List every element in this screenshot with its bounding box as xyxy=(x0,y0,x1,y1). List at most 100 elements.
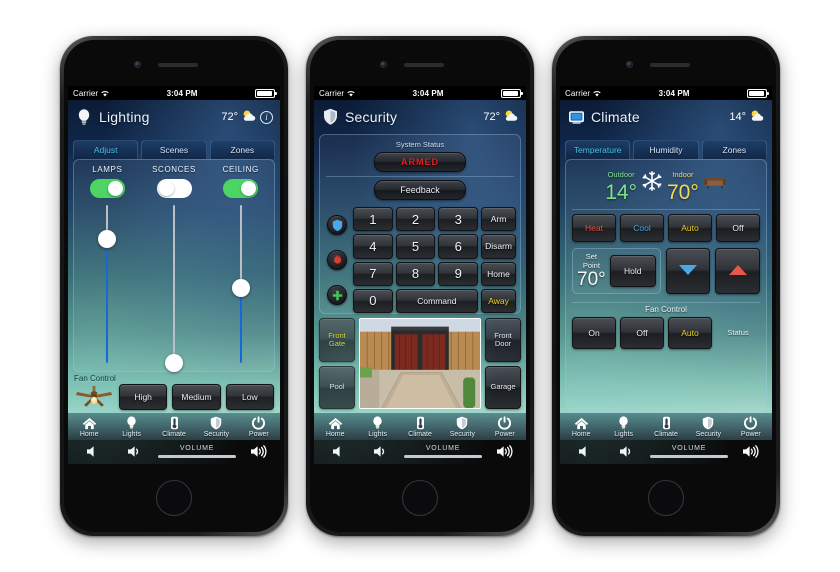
volume-down-button[interactable] xyxy=(608,445,646,458)
nav-item-climate[interactable]: Climate xyxy=(399,416,441,438)
setpoint-up-button[interactable] xyxy=(715,248,761,294)
ceiling-fan-icon xyxy=(74,385,114,409)
camera-pool-button[interactable]: Pool xyxy=(319,365,355,409)
tab-temperature[interactable]: Temperature xyxy=(565,140,631,159)
nav-item-security[interactable]: Security xyxy=(687,416,729,438)
key-6[interactable]: 6 xyxy=(438,234,479,259)
fan-control-label: Fan Control xyxy=(74,374,116,383)
toggle-sconces[interactable] xyxy=(156,179,192,198)
feedback-button[interactable]: Feedback xyxy=(374,180,466,200)
key-9[interactable]: 9 xyxy=(438,261,479,286)
medical-plus-icon[interactable] xyxy=(327,285,347,306)
volume-up-button[interactable] xyxy=(732,445,770,458)
mode-auto-button[interactable]: Auto xyxy=(668,214,712,242)
nav-item-climate[interactable]: Climate xyxy=(153,416,195,438)
nav-item-power[interactable]: Power xyxy=(238,416,280,438)
key-7[interactable]: 7 xyxy=(353,261,393,286)
fan-low-button[interactable]: Low xyxy=(225,384,274,410)
status-badge-armed[interactable]: ARMED xyxy=(374,152,466,172)
climate-panel: Outdoor 14° Indoor 70° Heat Cool Auto Of… xyxy=(565,159,767,413)
camera-front-gate-button[interactable]: Front Gate xyxy=(319,318,355,362)
key-4[interactable]: 4 xyxy=(353,234,393,259)
camera-feed-front-gate[interactable] xyxy=(359,318,481,409)
disarm-button[interactable]: Disarm xyxy=(481,234,516,259)
tab-scenes[interactable]: Scenes xyxy=(141,140,207,159)
fan-on-button[interactable]: On xyxy=(572,317,616,349)
volume-mute-button[interactable] xyxy=(74,445,112,458)
front-camera-icon xyxy=(134,61,141,68)
mode-off-button[interactable]: Off xyxy=(716,214,760,242)
command-button[interactable]: Command xyxy=(395,288,479,313)
power-icon xyxy=(252,416,266,430)
tab-zones[interactable]: Zones xyxy=(209,140,275,159)
front-camera-icon xyxy=(626,61,633,68)
toggle-ceiling[interactable] xyxy=(223,179,259,198)
home-mode-button[interactable]: Home xyxy=(481,261,516,286)
earpiece-speaker xyxy=(158,63,198,67)
home-button[interactable] xyxy=(402,480,438,516)
key-5[interactable]: 5 xyxy=(395,234,436,259)
fire-flame-icon[interactable] xyxy=(327,249,347,270)
volume-slider[interactable] xyxy=(404,455,482,458)
camera-front-door-button[interactable]: Front Door xyxy=(485,318,521,362)
key-0[interactable]: 0 xyxy=(353,288,393,313)
slider-sconces[interactable] xyxy=(164,205,184,372)
setpoint-row: Set Point 70° Hold xyxy=(566,246,766,298)
key-1[interactable]: 1 xyxy=(353,207,393,232)
volume-mute-button[interactable] xyxy=(566,445,604,458)
volume-down-button[interactable] xyxy=(116,445,154,458)
nav-item-lights[interactable]: Lights xyxy=(602,416,644,438)
volume-down-button[interactable] xyxy=(362,445,400,458)
screen-security: Carrier 3:04 PM Security 72° System Stat… xyxy=(314,86,526,464)
nav-item-power[interactable]: Power xyxy=(730,416,772,438)
volume-slider[interactable] xyxy=(158,455,236,458)
tab-adjust[interactable]: Adjust xyxy=(73,140,139,159)
police-shield-icon[interactable] xyxy=(327,214,347,235)
indoor-reading: Indoor 70° xyxy=(667,164,699,203)
tab-zones[interactable]: Zones xyxy=(701,140,767,159)
fan-high-button[interactable]: High xyxy=(119,384,168,410)
nav-item-home[interactable]: Home xyxy=(560,416,602,438)
volume-mute-button[interactable] xyxy=(320,445,358,458)
nav-item-home[interactable]: Home xyxy=(68,416,110,438)
home-button[interactable] xyxy=(156,480,192,516)
arm-button[interactable]: Arm xyxy=(481,207,516,232)
setpoint-down-button[interactable] xyxy=(665,248,711,294)
lightbulb-icon xyxy=(126,416,137,430)
volume-up-button[interactable] xyxy=(240,445,278,458)
volume-up-button[interactable] xyxy=(486,445,524,458)
nav-item-lights[interactable]: Lights xyxy=(356,416,398,438)
key-3[interactable]: 3 xyxy=(438,207,479,232)
mode-heat-button[interactable]: Heat xyxy=(572,214,616,242)
nav-item-power[interactable]: Power xyxy=(484,416,526,438)
hold-button[interactable]: Hold xyxy=(609,255,656,287)
fan-auto-button[interactable]: Auto xyxy=(668,317,712,349)
home-button[interactable] xyxy=(648,480,684,516)
nav-label: Home xyxy=(325,431,345,438)
nav-label: Security xyxy=(695,431,722,438)
tabbar-climate: Temperature Humidity Zones xyxy=(560,134,772,159)
info-icon[interactable]: i xyxy=(260,110,273,124)
app-security: Security 72° System Status ARMED Feedbac… xyxy=(314,100,526,464)
phone-bottom-bezel xyxy=(64,464,284,532)
nav-item-climate[interactable]: Climate xyxy=(645,416,687,438)
toggle-lamps[interactable] xyxy=(89,179,125,198)
mode-cool-button[interactable]: Cool xyxy=(620,214,664,242)
fan-off-button[interactable]: Off xyxy=(620,317,664,349)
key-8[interactable]: 8 xyxy=(395,261,436,286)
couch-icon xyxy=(703,172,727,195)
carrier-label: Carrier xyxy=(73,88,99,98)
away-button[interactable]: Away xyxy=(481,288,516,313)
key-2[interactable]: 2 xyxy=(395,207,436,232)
camera-garage-button[interactable]: Garage xyxy=(485,365,521,409)
nav-item-security[interactable]: Security xyxy=(441,416,483,438)
volume-slider[interactable] xyxy=(650,455,728,458)
slider-lamps[interactable] xyxy=(97,205,117,371)
fan-medium-button[interactable]: Medium xyxy=(172,384,221,410)
nav-item-home[interactable]: Home xyxy=(314,416,356,438)
nav-item-security[interactable]: Security xyxy=(195,416,237,438)
tab-humidity[interactable]: Humidity xyxy=(633,140,699,159)
nav-item-lights[interactable]: Lights xyxy=(110,416,152,438)
bottom-nav: Home Lights Climate Security Power xyxy=(68,413,280,440)
slider-ceiling[interactable] xyxy=(231,205,251,371)
